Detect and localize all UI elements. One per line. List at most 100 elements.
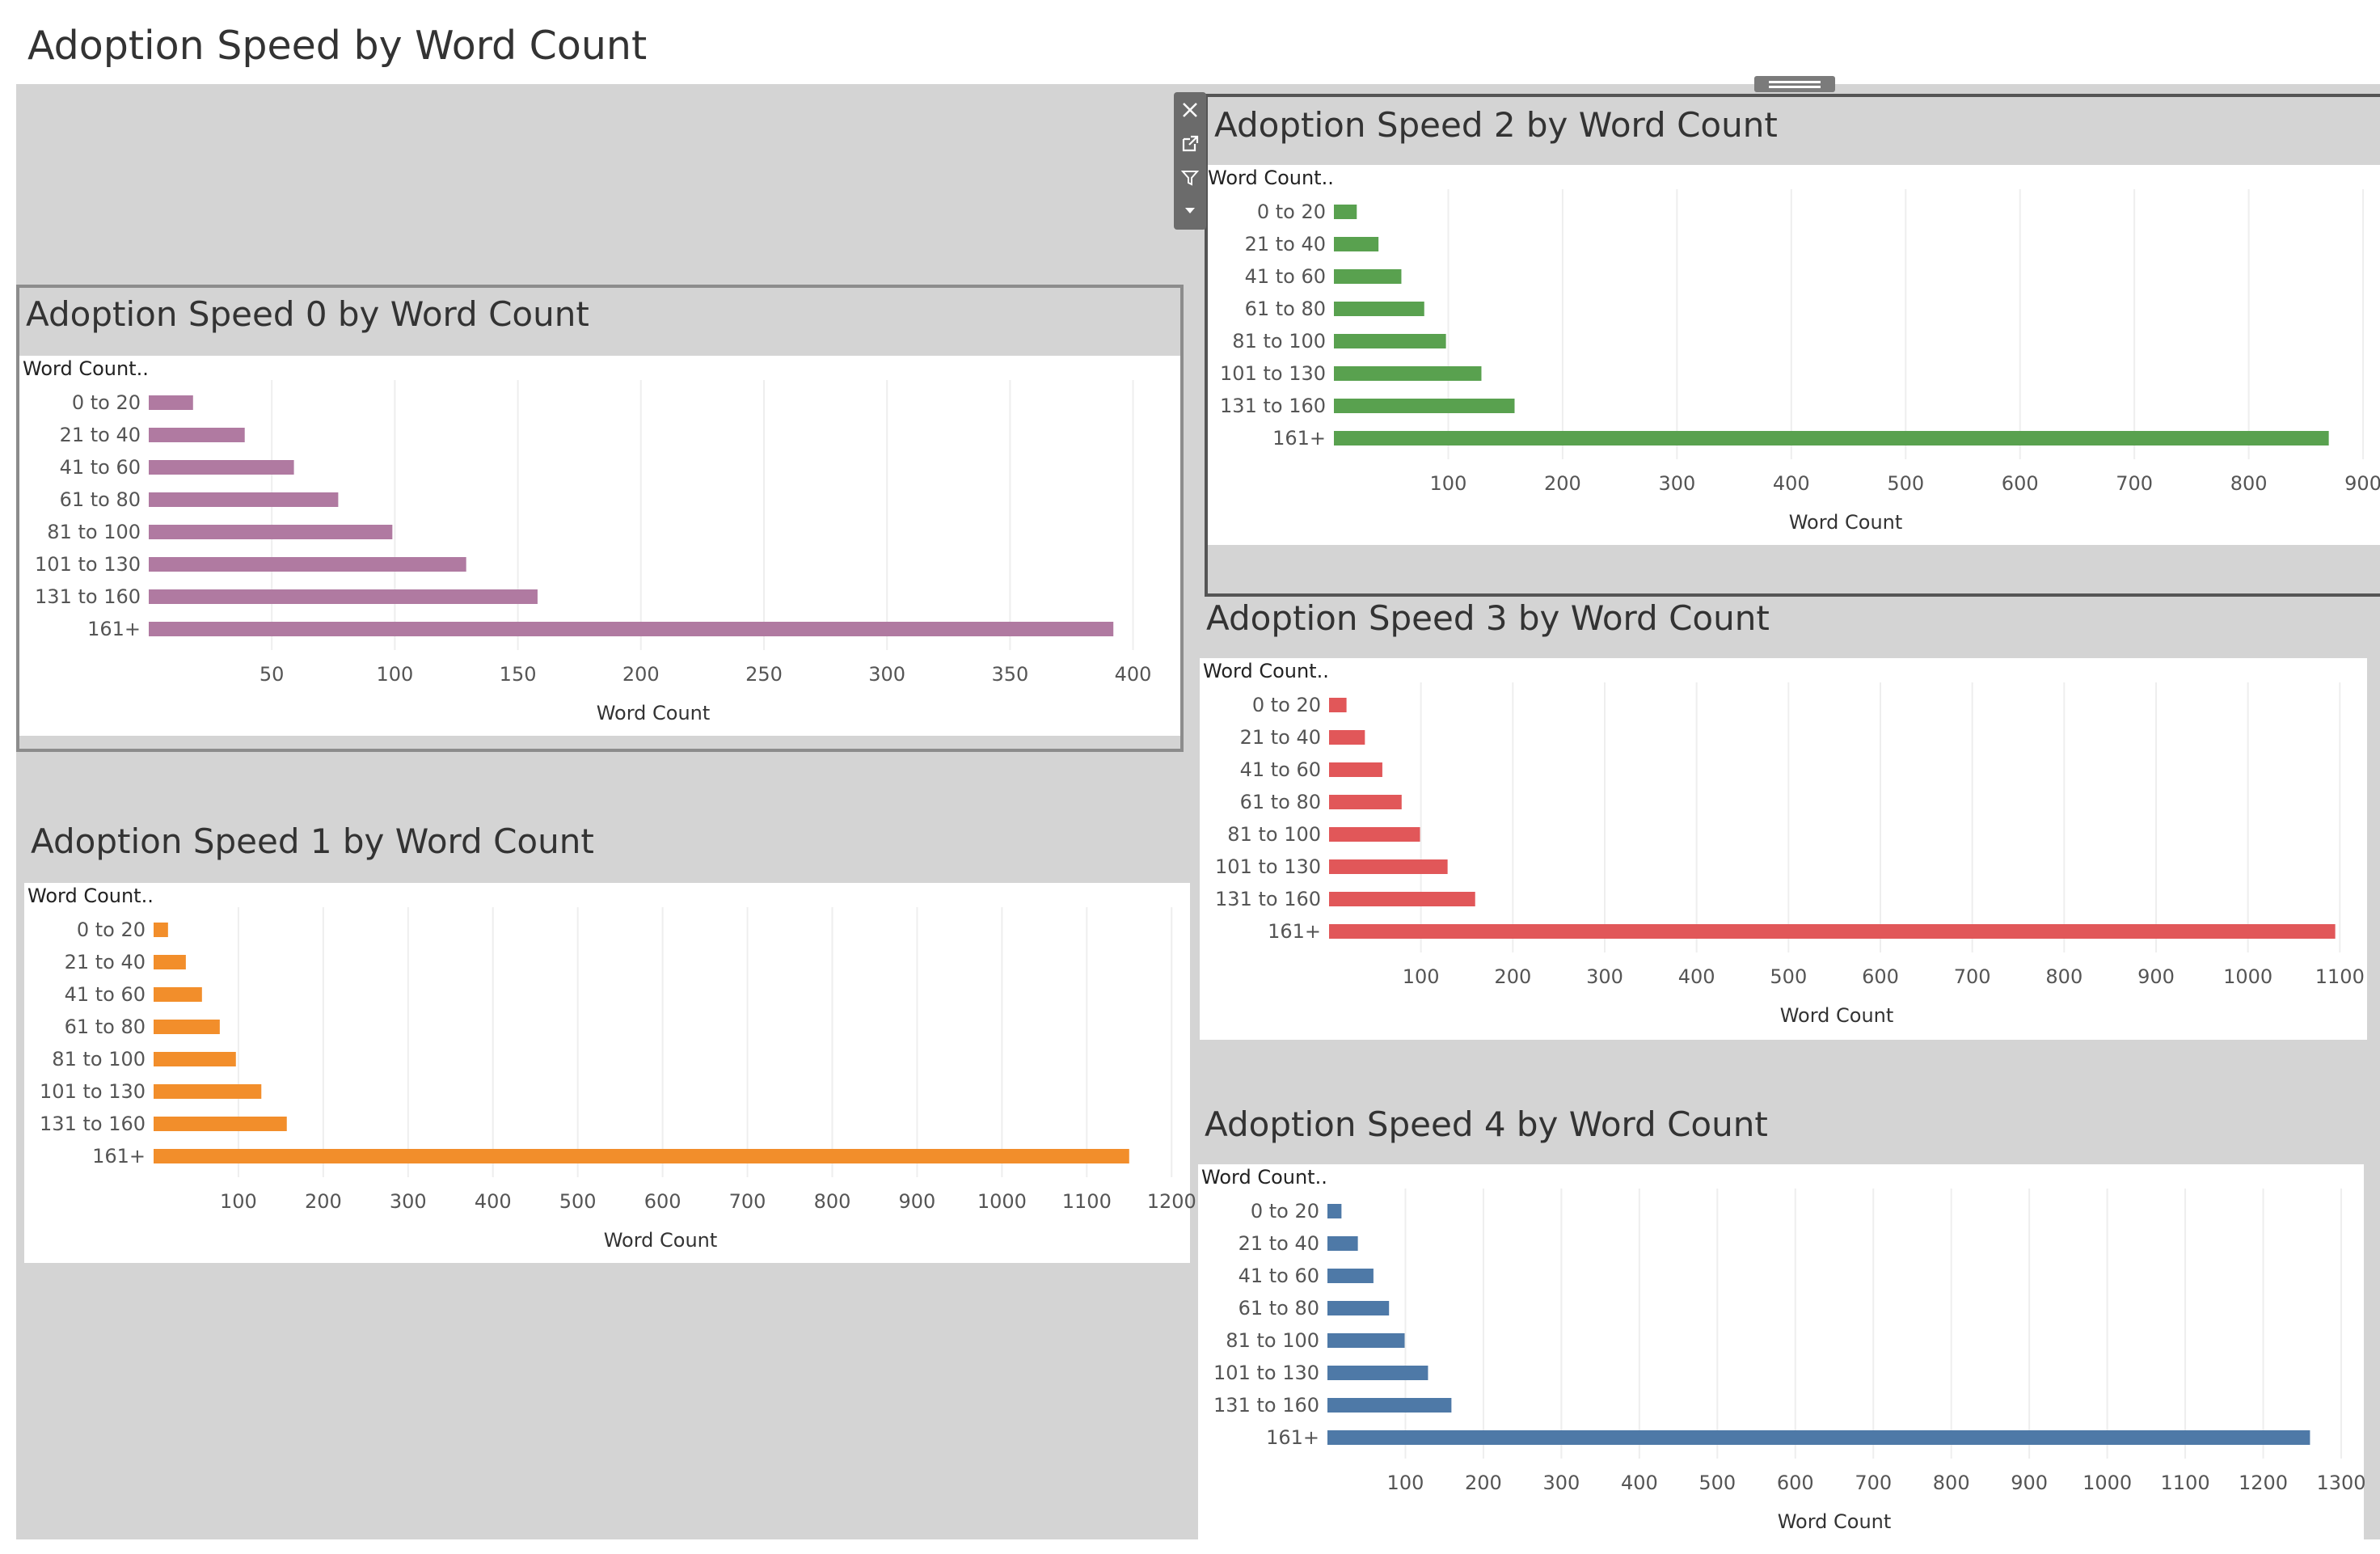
bar[interactable]: [1327, 1398, 1452, 1413]
bar[interactable]: [154, 1117, 287, 1131]
category-label: 81 to 100: [1232, 330, 1326, 353]
category-label: 41 to 60: [1245, 265, 1326, 288]
tick-label: 200: [305, 1190, 342, 1213]
bar[interactable]: [1329, 827, 1420, 842]
x-axis-label: Word Count: [1780, 1004, 1894, 1027]
tick-label: 1100: [1062, 1190, 1112, 1213]
category-label: 161+: [87, 618, 141, 640]
category-label: 81 to 100: [1227, 823, 1321, 846]
tick-label: 900: [899, 1190, 936, 1213]
category-label: 81 to 100: [1226, 1329, 1319, 1352]
category-label: 61 to 80: [1240, 791, 1321, 813]
open-external-icon[interactable]: [1174, 128, 1206, 160]
tick-label: 1000: [977, 1190, 1027, 1213]
move-handle[interactable]: [1754, 76, 1835, 92]
bar[interactable]: [149, 557, 466, 572]
bar[interactable]: [1334, 431, 2329, 446]
bar[interactable]: [1327, 1204, 1342, 1218]
bar[interactable]: [1329, 698, 1347, 712]
bar[interactable]: [1334, 302, 1424, 316]
tick-label: 300: [390, 1190, 427, 1213]
category-label: 101 to 130: [1220, 362, 1326, 385]
category-label: 41 to 60: [60, 456, 141, 479]
bar[interactable]: [154, 1052, 236, 1066]
bar[interactable]: [1327, 1236, 1358, 1251]
tick-label: 800: [2045, 965, 2082, 988]
tick-label: 500: [1887, 472, 1924, 495]
tick-label: 100: [376, 663, 413, 686]
category-label: 101 to 130: [40, 1080, 146, 1103]
chart-speed-1[interactable]: Word Count.. 0 to 20 21 to 40 41 to 60 61 to…: [24, 883, 1196, 1263]
bar[interactable]: [1334, 269, 1402, 284]
category-label: 131 to 160: [1220, 395, 1326, 417]
bar[interactable]: [1329, 924, 2336, 939]
close-icon[interactable]: [1174, 94, 1206, 126]
bar[interactable]: [1334, 366, 1482, 381]
tick-label: 400: [1621, 1472, 1658, 1494]
chart-speed-3[interactable]: Word Count.. 0 to 20 21 to 40 41 to 60 61 to…: [1200, 658, 2367, 1040]
category-label: 81 to 100: [47, 521, 141, 543]
bar[interactable]: [149, 589, 538, 604]
row-header-label: Word Count..: [27, 885, 154, 907]
bar[interactable]: [1334, 399, 1515, 413]
bar[interactable]: [149, 395, 193, 410]
category-label: 21 to 40: [1245, 233, 1326, 255]
category-label: 131 to 160: [1215, 888, 1321, 910]
category-label: 101 to 130: [35, 553, 141, 576]
row-header-label: Word Count..: [23, 357, 149, 380]
bar[interactable]: [1334, 334, 1446, 348]
tick-label: 900: [2011, 1472, 2048, 1494]
tick-label: 400: [1773, 472, 1810, 495]
chart-speed-4[interactable]: Word Count.. 0 to 20 21 to 40 41 to 60 61 to…: [1198, 1164, 2366, 1539]
chart-speed-2[interactable]: Word Count.. 0 to 20 21 to 40 41 to 60 61 to…: [1205, 165, 2380, 545]
bar[interactable]: [1329, 730, 1365, 745]
chart-speed-0[interactable]: Word Count.. 0 to 20 21 to 40 41 to 60 61 to…: [19, 356, 1180, 736]
tick-label: 400: [1678, 965, 1715, 988]
bar[interactable]: [149, 492, 339, 507]
tick-label: 200: [1465, 1472, 1502, 1494]
bar[interactable]: [1327, 1333, 1405, 1348]
bar[interactable]: [1329, 859, 1448, 874]
bar[interactable]: [154, 1149, 1129, 1163]
tick-label: 1100: [2161, 1472, 2210, 1494]
tick-label: 200: [622, 663, 660, 686]
bar[interactable]: [1329, 795, 1402, 809]
bar[interactable]: [154, 923, 168, 937]
bar[interactable]: [154, 955, 186, 969]
bar[interactable]: [1334, 237, 1379, 251]
tick-label: 1200: [2239, 1472, 2288, 1494]
bar[interactable]: [1327, 1269, 1374, 1283]
tick-label: 500: [1698, 1472, 1736, 1494]
category-label: 61 to 80: [60, 488, 141, 511]
category-label: 131 to 160: [40, 1113, 146, 1135]
tick-label: 1000: [2223, 965, 2272, 988]
bar[interactable]: [149, 428, 245, 442]
dropdown-arrow-icon[interactable]: [1174, 194, 1206, 226]
chart-title-speed-2: Adoption Speed 2 by Word Count: [1214, 105, 1778, 145]
x-axis-label: Word Count: [1789, 511, 1903, 534]
bar[interactable]: [154, 1020, 220, 1034]
bar[interactable]: [1327, 1430, 2310, 1445]
bar[interactable]: [1334, 205, 1357, 219]
tick-label: 250: [745, 663, 783, 686]
category-label: 61 to 80: [1245, 298, 1326, 320]
category-label: 101 to 130: [1215, 855, 1321, 878]
bar[interactable]: [154, 1084, 262, 1099]
bar[interactable]: [149, 460, 294, 475]
tick-label: 1200: [1147, 1190, 1196, 1213]
tick-label: 700: [1954, 965, 1991, 988]
category-label: 21 to 40: [65, 951, 146, 973]
bar[interactable]: [1329, 762, 1382, 777]
bar[interactable]: [1329, 892, 1475, 906]
tick-label: 1300: [2316, 1472, 2365, 1494]
bar[interactable]: [149, 622, 1114, 636]
row-header-label: Word Count..: [1208, 167, 1334, 189]
bar[interactable]: [1327, 1366, 1428, 1380]
bar[interactable]: [1327, 1301, 1390, 1315]
bar[interactable]: [154, 987, 202, 1002]
bar[interactable]: [149, 525, 393, 539]
tick-label: 700: [1855, 1472, 1892, 1494]
category-label: 0 to 20: [1252, 694, 1321, 716]
filter-icon[interactable]: [1174, 162, 1206, 194]
tick-label: 50: [260, 663, 285, 686]
